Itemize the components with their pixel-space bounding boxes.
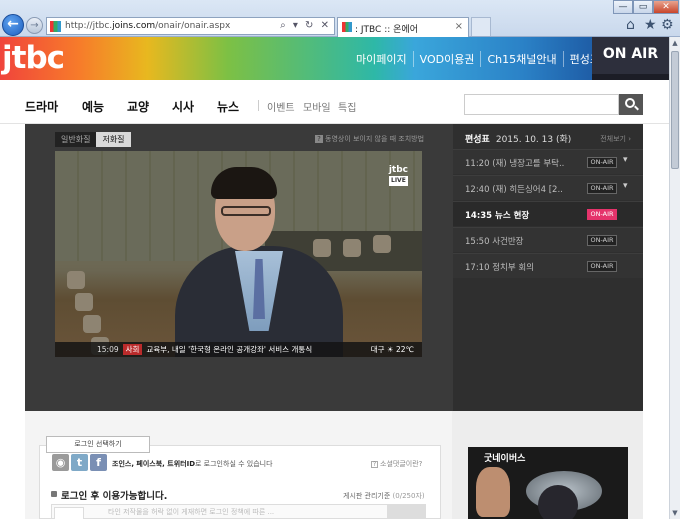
comment-input[interactable]: 타인 저작물을 허락 없이 게재하면 로그인 정책에 따른 ... <box>51 504 426 519</box>
nav-entertainment[interactable]: 예능 <box>82 98 104 115</box>
new-tab-button[interactable] <box>471 17 491 36</box>
web-page: jtbc 마이페이지 VOD이용권 Ch15채널안내 편성표 ON AIR 드라… <box>0 37 669 519</box>
login-tooltip: 로그인 선택하기 <box>46 436 150 453</box>
twitter-login-icon[interactable]: t <box>71 454 88 471</box>
nav-culture[interactable]: 교양 <box>127 98 149 115</box>
top-menu: 마이페이지 VOD이용권 Ch15채널안내 편성표 <box>350 37 606 80</box>
on-air-button[interactable]: ON AIR <box>592 37 669 80</box>
nav-current-affairs[interactable]: 시사 <box>172 98 194 115</box>
minimize-button[interactable]: — <box>613 0 633 14</box>
on-air-badge: ON-AIR <box>587 235 617 246</box>
favorites-icon[interactable]: ★ <box>644 17 657 33</box>
forward-button[interactable]: → <box>26 17 43 34</box>
chevron-down-icon[interactable]: ▾ <box>623 181 628 191</box>
maximize-button[interactable]: ▭ <box>633 0 653 14</box>
browser-tab[interactable]: : JTBC :: 온에어 × <box>337 17 469 37</box>
top-banner: jtbc 마이페이지 VOD이용권 Ch15채널안내 편성표 ON AIR <box>0 37 669 80</box>
quality-tab-normal[interactable]: 일반화질 <box>55 132 97 147</box>
address-url: http://jtbc.joins.com/onair/onair.aspx <box>65 21 231 31</box>
on-air-badge: ON-AIR <box>587 261 617 272</box>
comment-submit-button[interactable] <box>387 505 425 519</box>
live-video[interactable]: jtbc LIVE 15:09 사회 교육부, 내일 '한국형 온라인 공개강좌'… <box>55 151 422 357</box>
on-air-badge: ON-AIR <box>587 157 617 168</box>
social-comment-help[interactable]: ? 소셜댓글이란? <box>371 459 422 469</box>
search-input[interactable] <box>464 94 619 115</box>
top-menu-channel[interactable]: Ch15채널안내 <box>480 50 562 67</box>
quality-tabs: 일반화질 저화질 <box>55 132 131 147</box>
joins-login-icon[interactable]: ◉ <box>52 454 69 471</box>
nav-event[interactable]: 이벤트 <box>267 99 295 114</box>
avatar <box>54 507 84 519</box>
schedule-item[interactable]: 12:40 (재) 히든싱어4 [2.. ON-AIR ▾ <box>453 175 643 200</box>
schedule-view-all[interactable]: 전체보기 › <box>600 134 631 144</box>
news-ticker: 15:09 사회 교육부, 내일 '한국형 온라인 공개강좌' 서비스 개통식 … <box>55 342 422 357</box>
back-button[interactable]: ← <box>2 14 24 36</box>
nav-special[interactable]: 특집 <box>338 99 356 114</box>
browser-chrome: — ▭ ✕ ← → http://jtbc.joins.com/onair/on… <box>0 0 680 37</box>
top-menu-mypage[interactable]: 마이페이지 <box>350 51 413 67</box>
login-required-notice: 로그인 후 이용가능합니다. <box>61 491 168 502</box>
board-policy-link[interactable]: 게시판 관리기준 (0/250자) <box>343 491 425 501</box>
on-air-badge-live: ON-AIR <box>587 209 617 220</box>
search-button[interactable] <box>619 94 643 115</box>
nav-drama[interactable]: 드라마 <box>25 98 58 115</box>
nav-news[interactable]: 뉴스 <box>217 98 239 115</box>
ad-title: 굿네이버스 <box>484 454 526 464</box>
address-tools[interactable]: ⌕ ▾ ↻ ✕ <box>280 20 331 31</box>
address-bar[interactable]: http://jtbc.joins.com/onair/onair.aspx ⌕… <box>46 17 335 35</box>
scrollbar-thumb[interactable] <box>671 51 679 169</box>
scroll-down-icon[interactable]: ▼ <box>671 509 679 517</box>
video-help-link[interactable]: ? 동영상이 보이지 않을 때 조치방법 <box>315 134 424 144</box>
comment-section: 로그인 선택하기 ◉ t f 조인스, 페이스북, 트위터ID로 로그인하실 수… <box>25 411 452 519</box>
vertical-scrollbar[interactable]: ▲ ▼ <box>669 37 680 519</box>
schedule-heading: 편성표 2015. 10. 13 (화) <box>465 135 572 145</box>
side-advertisement: 굿네이버스 <box>452 411 643 519</box>
nav-divider <box>258 100 259 111</box>
help-icon: ? <box>371 461 378 468</box>
sns-login-description: 조인스, 페이스북, 트위터ID로 로그인하실 수 있습니다 <box>112 460 273 468</box>
schedule-item[interactable]: 17:10 정치부 회의 ON-AIR <box>453 253 643 278</box>
schedule-item-current[interactable]: 14:35 뉴스 현장 ON-AIR <box>453 201 643 226</box>
jtbc-logo[interactable]: jtbc <box>2 40 65 76</box>
channel-bug: jtbc LIVE <box>388 165 408 186</box>
tab-title: : JTBC :: 온에어 <box>355 25 418 35</box>
schedule-item[interactable]: 11:20 (재) 냉장고를 부탁.. ON-AIR ▾ <box>453 149 643 174</box>
top-menu-vod[interactable]: VOD이용권 <box>412 50 481 67</box>
lock-icon <box>51 491 57 497</box>
help-icon: ? <box>315 135 323 143</box>
on-air-badge: ON-AIR <box>587 183 617 194</box>
nav-mobile[interactable]: 모바일 <box>303 99 331 114</box>
chevron-down-icon[interactable]: ▾ <box>623 155 628 165</box>
home-icon[interactable]: ⌂ <box>626 17 635 33</box>
player-area: 일반화질 저화질 ? 동영상이 보이지 않을 때 조치방법 jtbc LIVE 15… <box>25 124 643 411</box>
ad-banner-image[interactable]: 굿네이버스 <box>468 447 628 519</box>
settings-icon[interactable]: ⚙ <box>661 17 674 33</box>
site-favicon <box>50 21 61 32</box>
scroll-up-icon[interactable]: ▲ <box>671 39 679 47</box>
facebook-login-icon[interactable]: f <box>90 454 107 471</box>
main-navigation: 드라마 예능 교양 시사 뉴스 이벤트 모바일 특집 <box>0 80 669 124</box>
tab-favicon <box>342 22 352 32</box>
quality-tab-low[interactable]: 저화질 <box>96 132 131 147</box>
schedule-item[interactable]: 15:50 사건반장 ON-AIR <box>453 227 643 252</box>
tab-close-icon[interactable]: × <box>455 21 463 32</box>
schedule-panel: 편성표 2015. 10. 13 (화) 전체보기 › 11:20 (재) 냉장고… <box>453 124 643 411</box>
close-window-button[interactable]: ✕ <box>653 0 679 14</box>
